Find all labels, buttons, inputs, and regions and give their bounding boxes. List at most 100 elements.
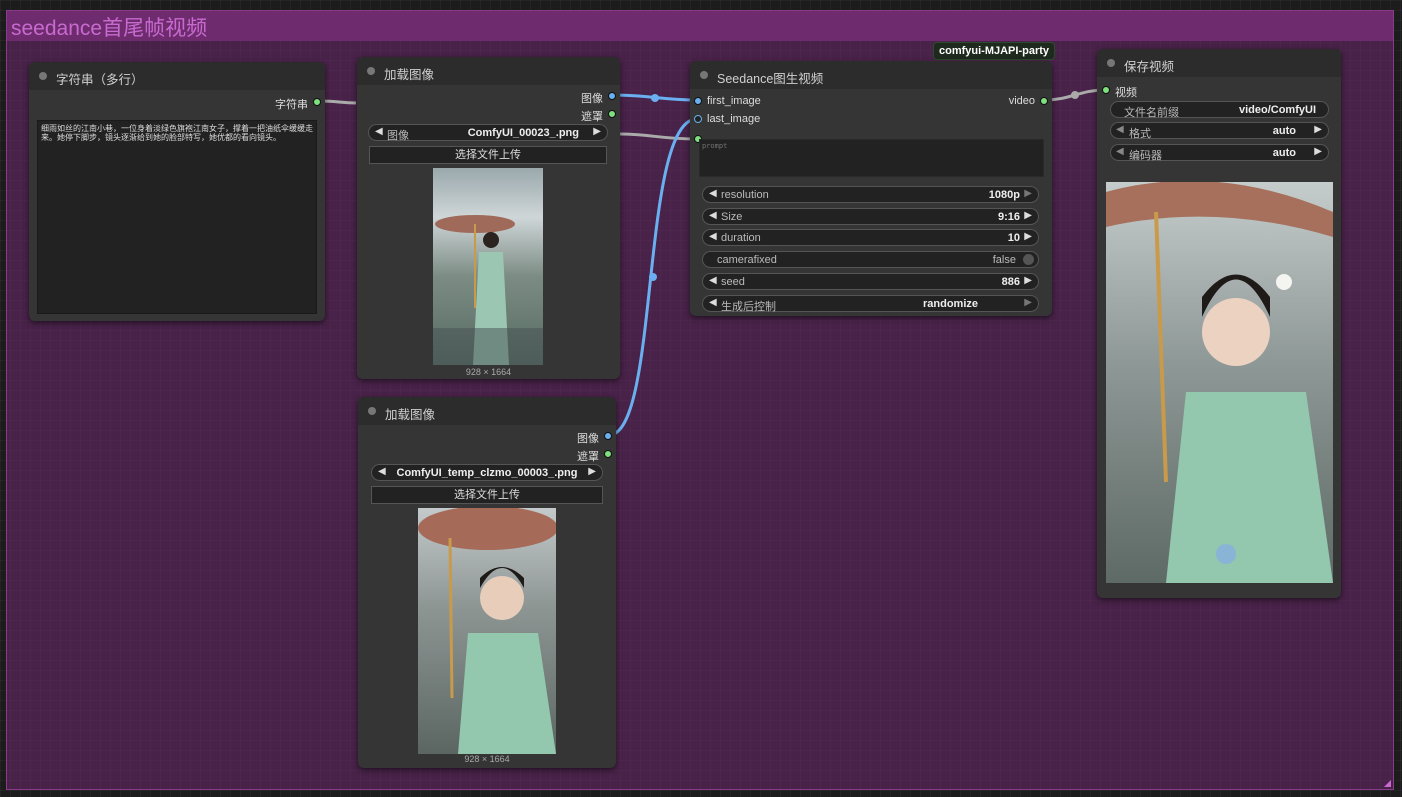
video-preview[interactable] — [1106, 182, 1333, 583]
prompt-input[interactable] — [699, 139, 1044, 177]
node-title: 加载图像 — [384, 68, 435, 82]
node-title-bar[interactable]: 加载图像 — [357, 57, 620, 85]
arrow-right-icon[interactable]: ▶ — [588, 466, 596, 477]
output-pin-video[interactable] — [1040, 97, 1048, 105]
duration-combo[interactable]: ◀ duration 10 ▶ — [702, 229, 1039, 246]
arrow-left-icon[interactable]: ◀ — [709, 275, 717, 286]
collapse-dot[interactable] — [700, 71, 708, 79]
image-file-combo[interactable]: ◀ 图像 ComfyUI_00023_.png ▶ — [368, 124, 608, 142]
widget-value: 10 — [1007, 232, 1020, 244]
node-title: Seedance图生视频 — [717, 72, 824, 86]
collapse-dot[interactable] — [368, 407, 376, 415]
seed-number[interactable]: ◀ seed 886 ▶ — [702, 273, 1039, 290]
arrow-left-icon[interactable]: ◀ — [709, 231, 717, 242]
arrow-right-icon[interactable]: ▶ — [1314, 124, 1322, 135]
control-after-generate-combo[interactable]: ◀ 生成后控制 randomize ▶ — [702, 295, 1039, 313]
widget-value: auto — [1272, 125, 1296, 137]
camerafixed-toggle[interactable]: camerafixed false — [702, 251, 1039, 268]
collapse-dot[interactable] — [39, 72, 47, 80]
node-title: 字符串（多行） — [56, 73, 144, 87]
widget-value: ComfyUI_temp_clzmo_00003_.png — [396, 467, 578, 479]
output-label-image: 图像 — [577, 433, 599, 445]
output-pin-image[interactable] — [608, 92, 616, 100]
node-title: 保存视频 — [1124, 60, 1175, 74]
image-dimensions: 928 × 1664 — [465, 367, 512, 377]
upload-button[interactable]: 选择文件上传 — [369, 146, 607, 164]
output-label-video: video — [1008, 95, 1035, 107]
text-input[interactable]: 细雨如丝的江南小巷，一位身着淡绿色旗袍江南女子，撑着一把油纸伞缓缓走来。她停下脚… — [37, 120, 317, 314]
size-combo[interactable]: ◀ Size 9:16 ▶ — [702, 208, 1039, 225]
arrow-left-icon[interactable]: ◀ — [709, 297, 717, 308]
output-pin[interactable] — [313, 98, 321, 106]
format-combo[interactable]: ◀ 格式 auto ▶ — [1110, 122, 1329, 140]
widget-label: camerafixed — [717, 254, 777, 266]
arrow-left-icon[interactable]: ◀ — [709, 210, 717, 221]
input-label-last-image: last_image — [707, 113, 761, 125]
woman-umbrella-image — [418, 508, 556, 754]
image-dimensions: 928 × 1664 — [464, 754, 510, 764]
toggle-knob-icon[interactable] — [1023, 254, 1034, 265]
output-pin-image[interactable] — [604, 432, 612, 440]
arrow-right-icon[interactable]: ▶ — [1024, 188, 1032, 199]
upload-button[interactable]: 选择文件上传 — [371, 486, 603, 504]
output-label-image: 图像 — [581, 93, 603, 105]
arrow-right-icon[interactable]: ▶ — [1024, 210, 1032, 221]
node-title-bar[interactable]: 保存视频 — [1097, 49, 1341, 77]
woman-umbrella-image — [433, 215, 543, 365]
input-pin-last-image[interactable] — [694, 115, 702, 123]
input-label-video: 视频 — [1115, 87, 1137, 99]
input-label-first-image: first_image — [707, 95, 761, 107]
load-image-node-2[interactable]: 加载图像 图像 遮罩 ◀ ComfyUI_temp_clzmo_00003_.p… — [358, 397, 616, 768]
arrow-left-icon[interactable]: ◀ — [1116, 124, 1124, 135]
arrow-left-icon[interactable]: ◀ — [1116, 146, 1124, 157]
widget-value: ComfyUI_00023_.png — [467, 127, 579, 139]
output-pin-mask[interactable] — [604, 450, 612, 458]
node-title-bar[interactable]: Seedance图生视频 — [690, 61, 1052, 89]
codec-combo[interactable]: ◀ 编码器 auto ▶ — [1110, 144, 1329, 162]
load-image-node-1[interactable]: 加载图像 图像 遮罩 ◀ 图像 ComfyUI_00023_.png ▶ 选择文… — [357, 57, 620, 379]
node-title-bar[interactable]: 加载图像 — [358, 397, 616, 425]
arrow-left-icon[interactable]: ◀ — [375, 126, 383, 137]
input-pin-video[interactable] — [1102, 86, 1110, 94]
widget-value: 1080p — [988, 189, 1020, 201]
widget-value: 886 — [1001, 276, 1020, 288]
output-pin-mask[interactable] — [608, 110, 616, 118]
widget-label: 文件名前缀 — [1124, 107, 1179, 119]
group-resize-handle[interactable] — [1384, 780, 1391, 787]
collapse-dot[interactable] — [367, 67, 375, 75]
image-file-combo[interactable]: ◀ ComfyUI_temp_clzmo_00003_.png ▶ — [371, 464, 603, 481]
widget-label: Size — [721, 211, 743, 223]
collapse-dot[interactable] — [1107, 59, 1115, 67]
widget-value: auto — [1272, 147, 1296, 159]
widget-value: video/ComfyUI — [1238, 104, 1316, 116]
group-header[interactable]: seedance首尾帧视频 — [7, 11, 1393, 41]
group-title[interactable]: seedance首尾帧视频 — [11, 12, 207, 42]
source-badge: comfyui-MJAPI-party — [933, 42, 1056, 60]
resolution-combo[interactable]: ◀ resolution 1080p ▶ — [702, 186, 1039, 203]
text-multiline-node[interactable]: 字符串（多行） 字符串 细雨如丝的江南小巷，一位身着淡绿色旗袍江南女子，撑着一把… — [29, 62, 325, 321]
widget-value: randomize — [922, 298, 978, 310]
filename-prefix-input[interactable]: 文件名前缀 video/ComfyUI — [1110, 101, 1329, 119]
widget-label: resolution — [721, 189, 769, 201]
output-label-mask: 遮罩 — [581, 111, 603, 123]
widget-label: 编码器 — [1129, 150, 1162, 162]
widget-label: seed — [721, 276, 745, 288]
arrow-right-icon[interactable]: ▶ — [1024, 275, 1032, 286]
widget-label: 格式 — [1129, 128, 1151, 140]
widget-value: false — [992, 254, 1016, 266]
seedance-node[interactable]: Seedance图生视频 first_image last_image vide… — [690, 61, 1052, 316]
arrow-right-icon[interactable]: ▶ — [593, 126, 601, 137]
save-video-node[interactable]: 保存视频 视频 文件名前缀 video/ComfyUI ◀ 格式 auto ▶ … — [1097, 49, 1341, 598]
node-title: 加载图像 — [385, 408, 436, 422]
image-preview — [418, 508, 556, 754]
arrow-right-icon[interactable]: ▶ — [1024, 297, 1032, 308]
image-preview — [433, 168, 543, 365]
arrow-right-icon[interactable]: ▶ — [1314, 146, 1322, 157]
output-label-mask: 遮罩 — [577, 451, 599, 463]
arrow-left-icon[interactable]: ◀ — [709, 188, 717, 199]
node-title-bar[interactable]: 字符串（多行） — [29, 62, 325, 90]
woman-umbrella-video-frame — [1106, 182, 1333, 583]
widget-label: 图像 — [387, 130, 409, 142]
arrow-right-icon[interactable]: ▶ — [1024, 231, 1032, 242]
input-pin-first-image[interactable] — [694, 97, 702, 105]
